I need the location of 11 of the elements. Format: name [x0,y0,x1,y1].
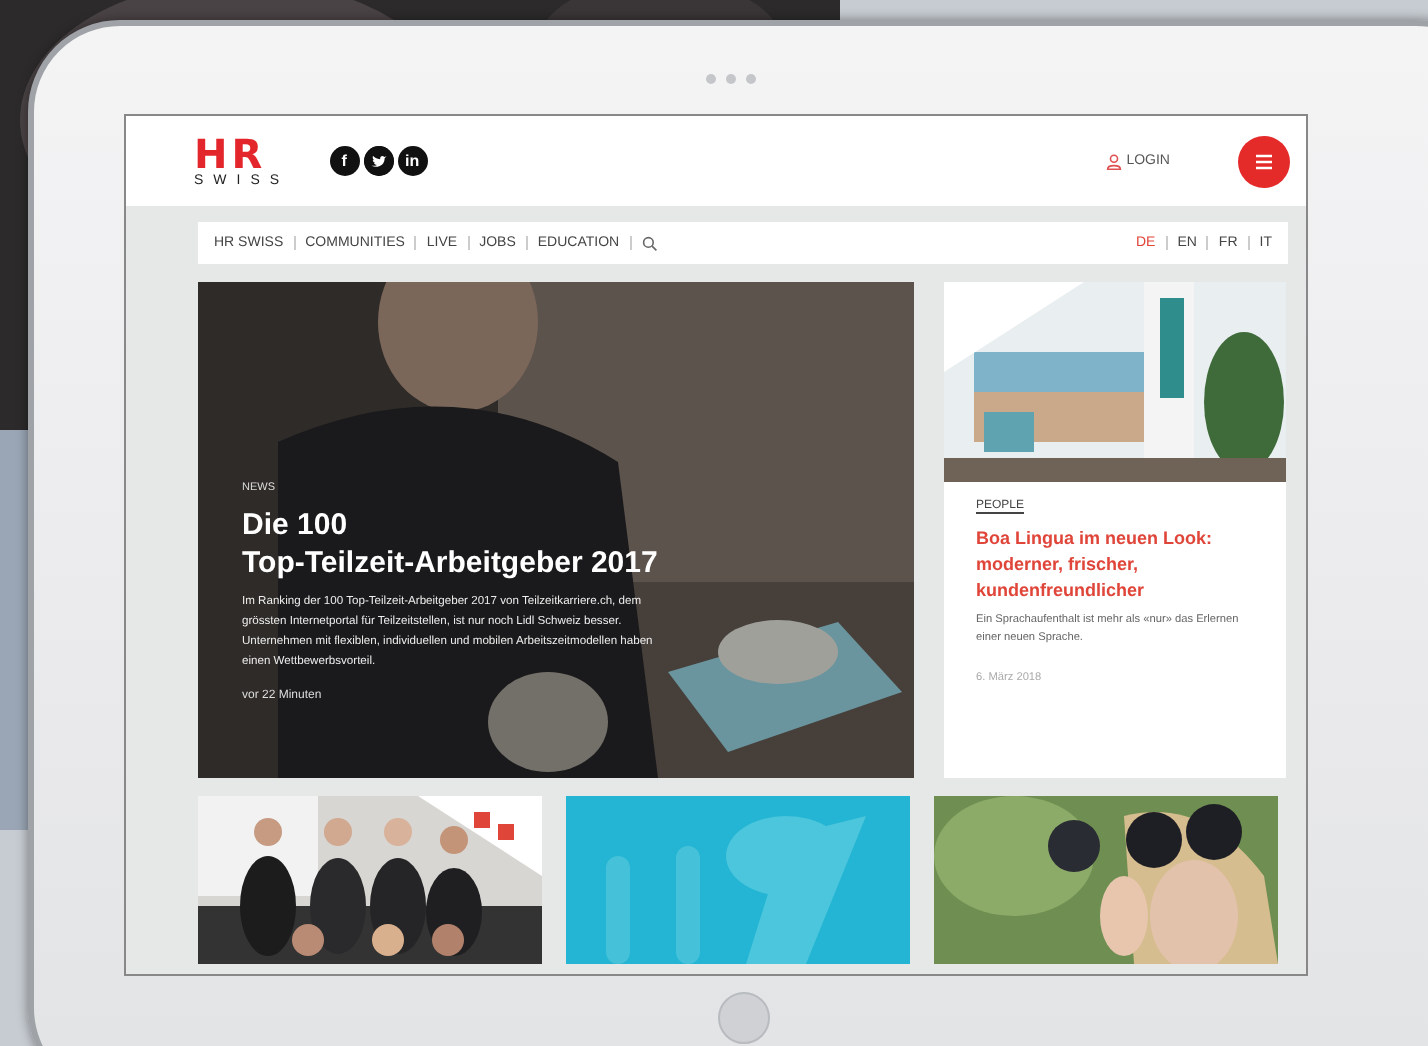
user-icon [1106,153,1123,169]
menu-icon [1254,153,1274,169]
article-title: Die 100 Top-Teilzeit-Arbeitgeber 2017 [242,506,660,582]
social-icon[interactable]: in [397,146,428,176]
menu-button[interactable] [1238,135,1290,187]
article-title: Boa Lingua im neuen Look: moderner, frischer, kundenfreundlicher [976,526,1215,604]
social-icon[interactable]: f [329,146,360,176]
bird-icon[interactable] [363,146,394,176]
camera-dots-icon [706,74,756,84]
logo-mark: HR [194,134,267,174]
search-icon[interactable] [641,235,658,251]
